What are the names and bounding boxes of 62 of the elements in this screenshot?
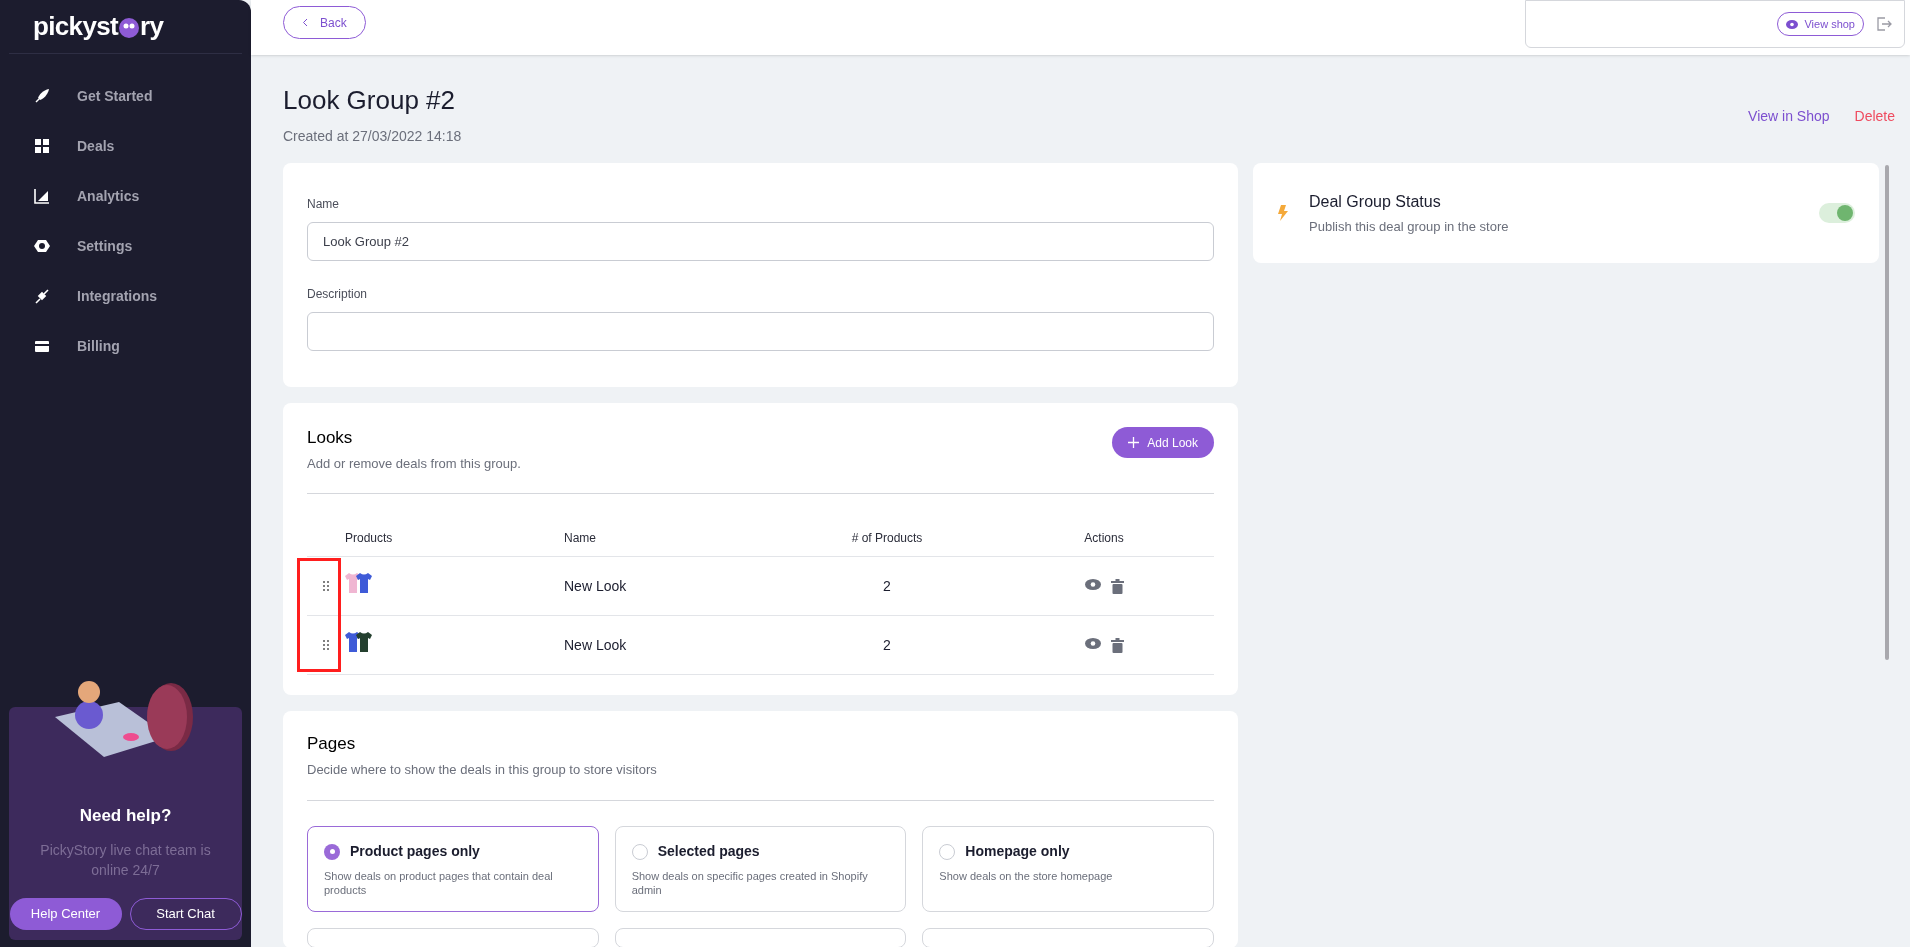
radio-button[interactable] bbox=[631, 843, 648, 860]
option-title: Homepage only bbox=[965, 842, 1070, 861]
radio-button[interactable] bbox=[939, 843, 956, 860]
chart-icon bbox=[34, 188, 50, 204]
help-text: PickyStory live chat team is online 24/7 bbox=[39, 840, 212, 880]
table-cell-text: New Look bbox=[564, 635, 628, 655]
field-label: Description bbox=[307, 286, 369, 303]
section-title: Pages bbox=[307, 733, 357, 755]
grid-icon bbox=[34, 138, 50, 154]
option-title: Product pages only bbox=[350, 842, 480, 861]
nav-item[interactable]: Settings bbox=[0, 221, 251, 271]
eye-icon[interactable] bbox=[1084, 637, 1101, 649]
plug-icon bbox=[34, 288, 50, 304]
table-cell-text: 2 bbox=[882, 635, 892, 655]
hexagon-icon bbox=[34, 238, 50, 254]
logo[interactable]: pickyst ry bbox=[33, 7, 164, 46]
page-title: Look Group #2 bbox=[283, 84, 456, 117]
drag-handle-icon[interactable] bbox=[323, 581, 329, 591]
section-title: Looks bbox=[307, 427, 354, 449]
option-card[interactable]: Selected pages Show deals on specific pages created in Shopify admin bbox=[614, 826, 907, 912]
option-title: Selected pages bbox=[657, 842, 760, 861]
option-description: Show deals on product pages that contain deal products bbox=[324, 869, 554, 897]
chevron-left-icon bbox=[302, 18, 308, 27]
status-subtitle: Publish this deal group in the store bbox=[1309, 217, 1510, 236]
nav-item[interactable]: Deals bbox=[0, 121, 251, 171]
radio-button[interactable] bbox=[324, 843, 340, 860]
column-header: # of Products bbox=[850, 530, 924, 547]
column-header: Products bbox=[345, 530, 394, 547]
plus-icon bbox=[1128, 437, 1140, 448]
status-title: Deal Group Status bbox=[1309, 191, 1442, 212]
table-cell-text: New Look bbox=[564, 576, 628, 596]
help-title: Need help? bbox=[79, 805, 172, 827]
logout-icon[interactable] bbox=[1876, 16, 1892, 32]
field-label: Name bbox=[307, 196, 340, 213]
column-header: Name bbox=[564, 530, 597, 547]
drag-handle-icon[interactable] bbox=[323, 640, 329, 650]
eye-icon[interactable] bbox=[1084, 578, 1101, 590]
add-look-button[interactable]: Add Look bbox=[1112, 427, 1214, 458]
section-subtitle: Decide where to show the deals in this group to store visitors bbox=[307, 760, 658, 779]
card-icon bbox=[34, 338, 50, 354]
toggle-switch[interactable] bbox=[1819, 203, 1855, 223]
scrollbar[interactable] bbox=[1885, 165, 1889, 660]
created-date: Created at 27/03/2022 14:18 bbox=[283, 127, 462, 146]
trash-icon[interactable] bbox=[1110, 637, 1124, 653]
text-field[interactable] bbox=[307, 312, 1214, 351]
column-header: Actions bbox=[1083, 530, 1125, 547]
help-center-button[interactable]: Help Center bbox=[9, 897, 122, 930]
nav-item[interactable]: Integrations bbox=[0, 271, 251, 321]
nav-item[interactable]: Get Started bbox=[0, 71, 251, 121]
view-in-shop-link[interactable]: View in Shop bbox=[1748, 106, 1830, 147]
lightning-icon bbox=[1277, 205, 1289, 221]
section-subtitle: Add or remove deals from this group. bbox=[307, 454, 521, 473]
eye-icon bbox=[1786, 19, 1799, 29]
option-card[interactable]: Product pages only Show deals on product pages that contain deal products bbox=[307, 826, 599, 912]
text-field[interactable]: Look Group #2 bbox=[307, 222, 1214, 261]
nav-item[interactable]: Analytics bbox=[0, 171, 251, 221]
trash-icon[interactable] bbox=[1110, 578, 1124, 594]
table-cell-text: 2 bbox=[882, 576, 892, 596]
option-description: Show deals on specific pages created in Shopify admin bbox=[631, 869, 869, 897]
option-card[interactable]: Homepage only Show deals on the store homepage bbox=[922, 826, 1214, 912]
option-description: Show deals on the store homepage bbox=[939, 869, 1114, 883]
nav-item[interactable]: Billing bbox=[0, 321, 251, 371]
